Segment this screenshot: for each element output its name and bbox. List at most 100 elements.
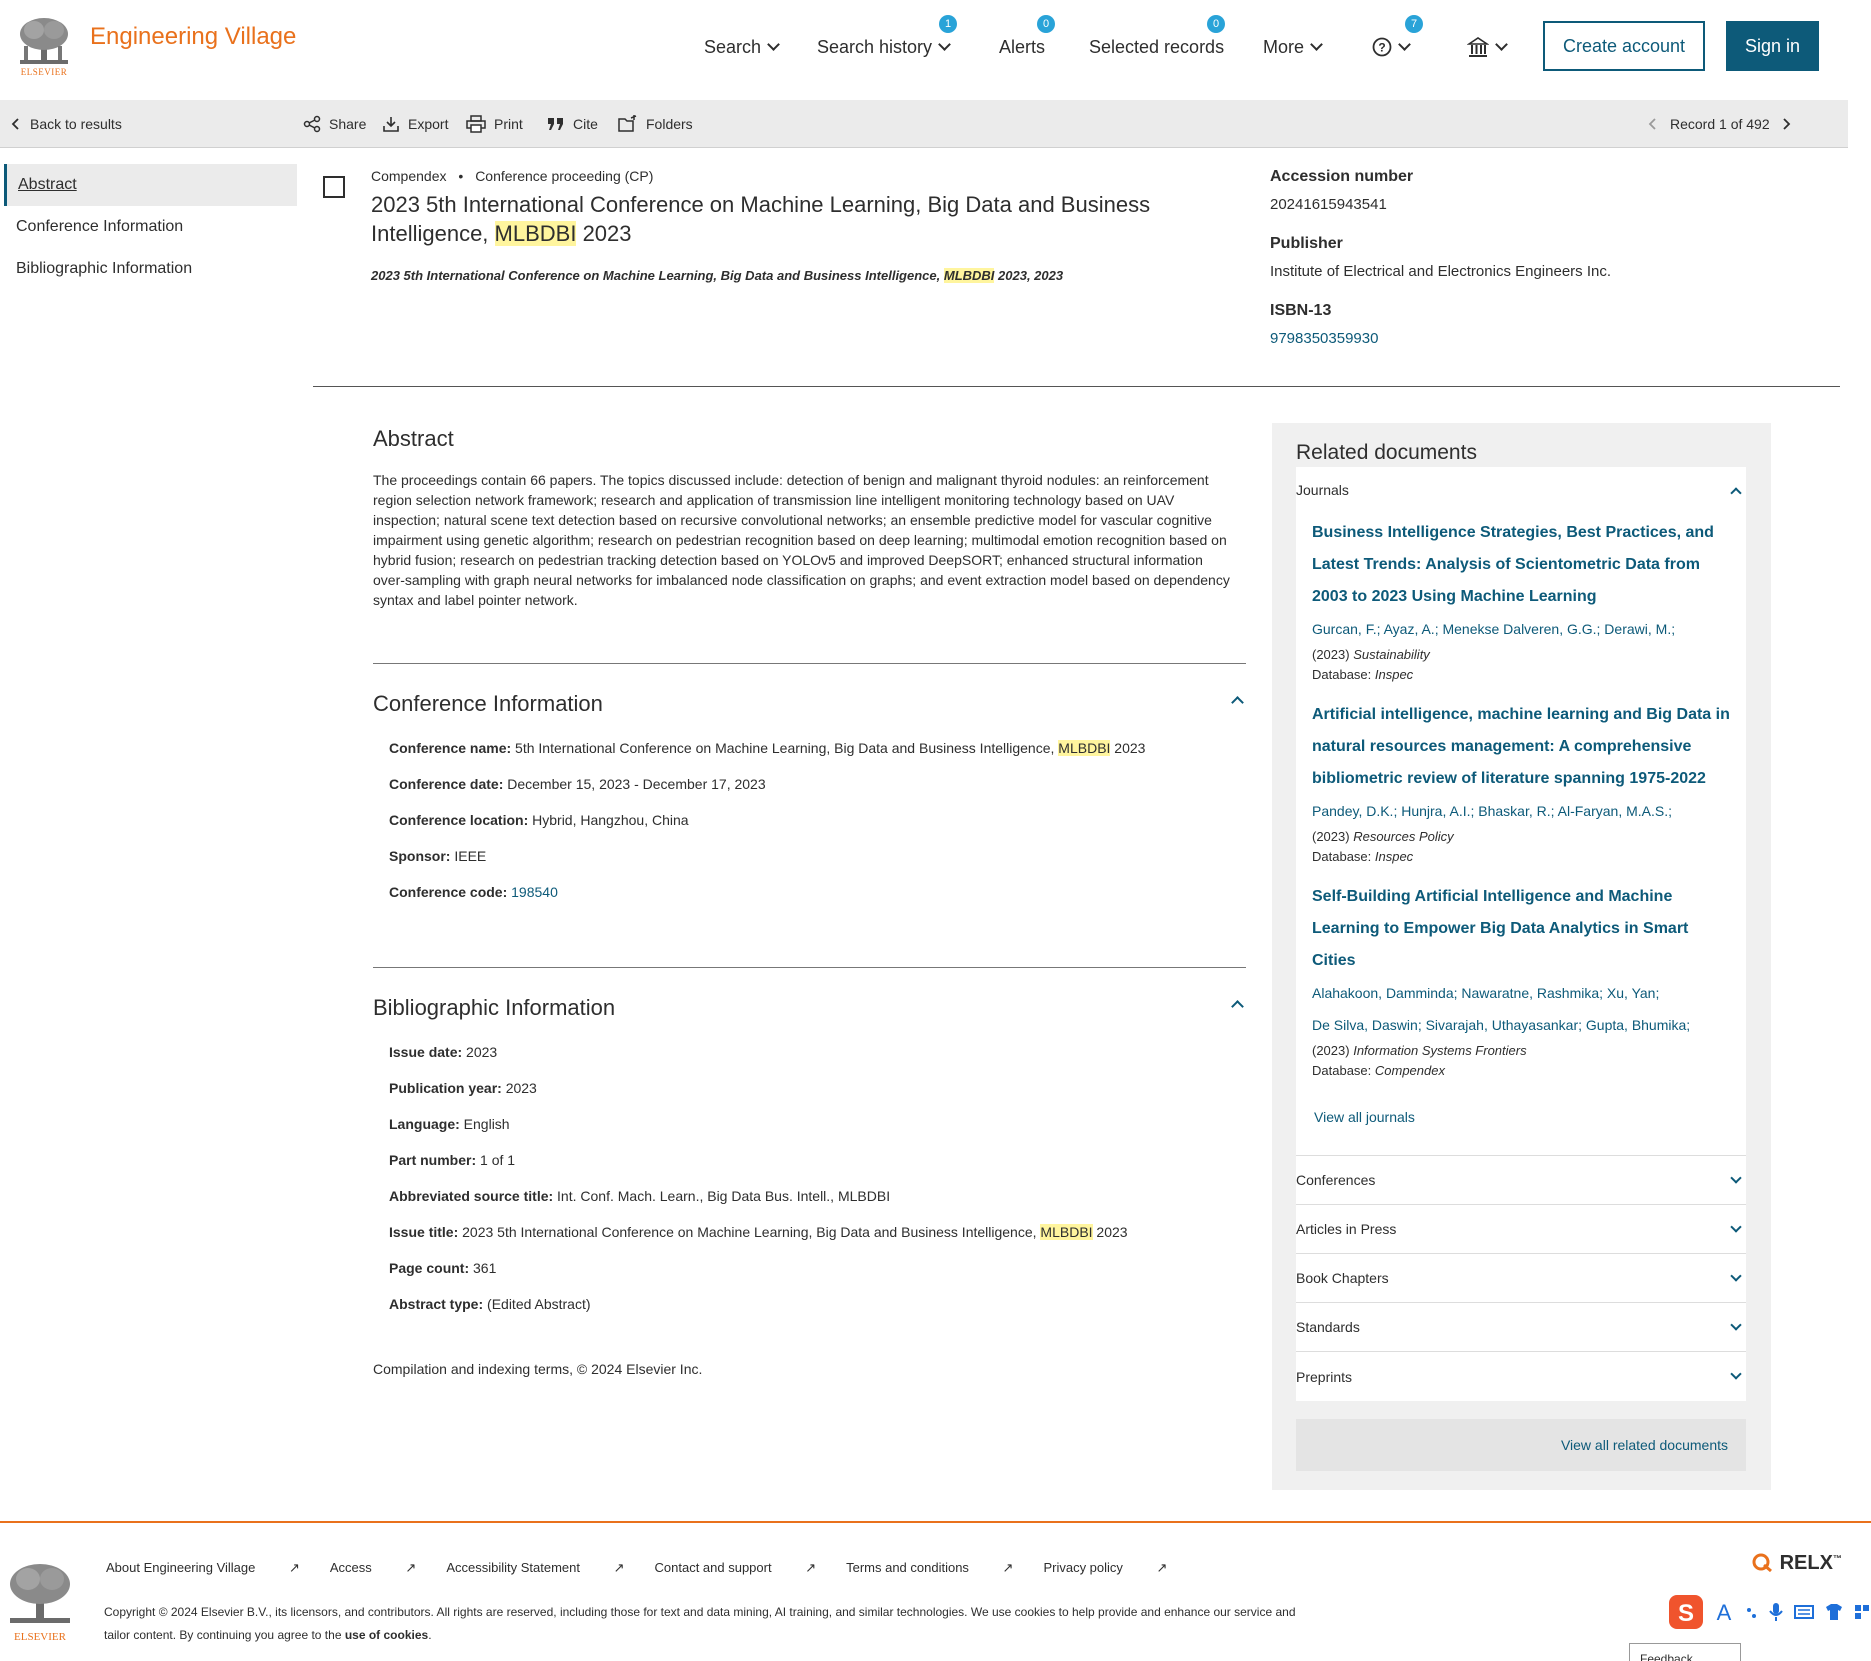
db-label: Database: [1312,849,1375,864]
trademark-mark: ™ [1832,1553,1842,1564]
footer-link-contact[interactable]: Contact and support ↗ [655,1560,817,1576]
accordion-label: Articles in Press [1296,1221,1397,1237]
accordion-articles-in-press[interactable]: Articles in Press [1296,1205,1746,1254]
chevron-up-icon[interactable] [1231,696,1244,709]
link-text: Accessibility Statement [446,1560,580,1575]
export-label: Export [408,116,449,132]
related-doc-database: Database: Inspec [1312,847,1730,867]
accordion-preprints[interactable]: Preprints [1296,1352,1746,1401]
view-all-journals-link[interactable]: View all journals [1296,1081,1746,1156]
footer-link-privacy[interactable]: Privacy policy ↗ [1043,1560,1167,1576]
sidebar-item-conference-information[interactable]: Conference Information [4,206,297,248]
ime-toolbar[interactable]: S A [1668,1592,1871,1632]
brand-name[interactable]: Engineering Village [90,23,296,51]
conference-heading: Conference Information [373,691,603,716]
cite-button[interactable]: Cite [547,100,598,148]
elsevier-tree-logo: ELSEVIER [16,16,72,78]
chevron-right-icon[interactable] [1778,117,1798,131]
chevron-down-icon [1730,1221,1742,1233]
institution-menu[interactable] [1467,22,1508,72]
chevron-up-icon[interactable] [1231,1000,1244,1013]
relx-text: RELX [1779,1552,1833,1574]
accordion-standards[interactable]: Standards [1296,1303,1746,1352]
related-doc-1: Business Intelligence Strategies, Best P… [1296,512,1746,685]
doc-journal: Sustainability [1353,647,1430,662]
nav-alerts[interactable]: Alerts 0 [999,14,1056,72]
abstract-type: Abstract type: (Edited Abstract) [389,1296,591,1312]
punctuation-icon [1747,1608,1756,1618]
accordion-journals[interactable]: Journals [1296,467,1746,512]
sidebar-item-bibliographic-information[interactable]: Bibliographic Information [4,248,297,290]
conference-code: Conference code: 198540 [389,884,558,900]
footer-wordmark: ELSEVIER [14,1631,66,1643]
accordion-label: Journals [1296,481,1349,498]
related-doc-title[interactable]: Self-Building Artificial Intelligence an… [1312,881,1730,977]
nav-selected-records[interactable]: Selected records 0 [1089,14,1226,72]
field-value: Hybrid, Hangzhou, China [532,812,689,828]
db-name: Inspec [1374,667,1414,682]
accession-block: Accession number 20241615943541 [1270,168,1413,213]
publication-year: Publication year: 2023 [389,1080,537,1096]
issue-title: Issue title: 2023 5th International Conf… [389,1224,1128,1240]
related-doc-source: (2023) Resources Policy [1312,827,1730,847]
related-doc-title[interactable]: Business Intelligence Strategies, Best P… [1312,517,1730,613]
bibliographic-heading: Bibliographic Information [373,995,616,1020]
nav-more-label: More [1263,36,1305,57]
skin-icon [1826,1604,1842,1620]
related-doc-authors[interactable]: De Silva, Daswin; Sivarajah, Uthayasanka… [1312,1009,1730,1041]
accordion-book-chapters[interactable]: Book Chapters [1296,1254,1746,1303]
print-button[interactable]: Print [466,100,523,148]
nav-search-history[interactable]: Search history 1 [817,14,958,72]
feedback-button[interactable]: Feedback [1629,1643,1741,1661]
elsevier-wordmark: ELSEVIER [20,67,68,77]
source-text-end: 2023, 2023 [994,268,1064,283]
chevron-left-icon [11,118,19,130]
back-to-results-link[interactable]: Back to results [10,100,122,148]
field-value: 5th International Conference on Machine … [515,740,1059,756]
svg-text:S: S [1678,1600,1694,1627]
footer-link-terms[interactable]: Terms and conditions ↗ [846,1560,1013,1576]
field-value: 2023 5th International Conference on Mac… [462,1224,1041,1240]
field-label: Conference name: [389,740,512,756]
page-count: Page count: 361 [389,1260,496,1276]
select-record-checkbox[interactable] [323,176,345,198]
help-menu[interactable]: ? 7 [1372,15,1423,72]
isbn-link[interactable]: 9798350359930 [1270,330,1378,347]
accordion-conferences[interactable]: Conferences [1296,1156,1746,1205]
footer-link-accessibility[interactable]: Accessibility Statement ↗ [446,1560,624,1576]
footer-link-about[interactable]: About Engineering Village ↗ [106,1560,300,1576]
field-value: 2023 [505,1080,537,1096]
relx-logo[interactable]: RELX™ [1752,1552,1842,1575]
folders-button[interactable]: Folders [618,100,693,148]
nav-more[interactable]: More [1263,22,1323,72]
related-documents-panel: Related documents Journals Business Inte… [1272,423,1771,1490]
related-doc-authors[interactable]: Pandey, D.K.; Hunjra, A.I.; Bhaskar, R.;… [1312,795,1730,827]
field-label: Conference location: [389,812,529,828]
related-doc-authors[interactable]: Alahakoon, Damminda; Nawaratne, Rashmika… [1312,977,1730,1009]
export-button[interactable]: Export [382,100,448,148]
divider [373,967,1246,968]
field-label: Publication year: [389,1080,502,1096]
sidebar-item-abstract[interactable]: Abstract [4,164,297,206]
record-pager: Record 1 of 492 [1646,100,1806,148]
footer-copyright: Copyright © 2024 Elsevier B.V., its lice… [104,1601,1324,1647]
record-position: Record 1 of 492 [1670,116,1770,132]
conference-code-link[interactable]: 198540 [511,884,558,900]
chevron-left-icon[interactable] [1646,117,1662,131]
selected-records-badge: 0 [1207,14,1226,33]
share-button[interactable]: Share [303,100,366,148]
footer-link-access[interactable]: Access ↗ [330,1560,416,1576]
related-doc-title[interactable]: Artificial intelligence, machine learnin… [1312,699,1730,795]
nav-search[interactable]: Search [704,22,780,72]
cookies-link[interactable]: use of cookies [345,1628,428,1642]
related-doc-authors[interactable]: Gurcan, F.; Ayaz, A.; Menekse Dalveren, … [1312,613,1730,645]
view-all-related-link[interactable]: View all related documents [1296,1419,1746,1471]
brand[interactable]: ELSEVIER Engineering Village [16,16,296,78]
create-account-button[interactable]: Create account [1543,21,1705,71]
elsevier-footer-logo[interactable]: ELSEVIER [4,1562,76,1643]
sign-in-button[interactable]: Sign in [1726,21,1819,71]
share-label: Share [329,116,367,132]
share-icon [303,115,321,133]
conference-sponsor: Sponsor: IEEE [389,848,486,864]
field-label: Sponsor: [389,848,451,864]
